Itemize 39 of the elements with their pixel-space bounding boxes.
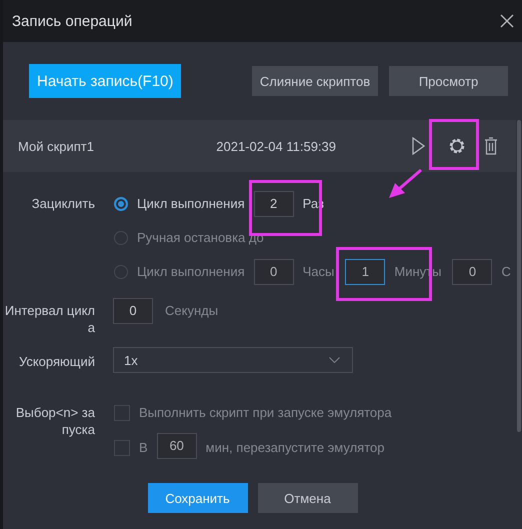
option-label: Выполнить скрипт при запуске эмулятора xyxy=(139,405,392,420)
scrollbar[interactable] xyxy=(517,120,521,432)
script-row[interactable]: Мой скрипт1 2021-02-04 11:59:39 xyxy=(3,120,516,172)
radio-button[interactable] xyxy=(114,264,128,278)
option-label: мин, перезапустите эмулятор xyxy=(206,440,384,455)
checkbox[interactable] xyxy=(114,440,130,456)
window-title: Запись операций xyxy=(12,12,132,30)
speed-dropdown[interactable]: 1x xyxy=(113,347,353,373)
number-field[interactable]: 1 xyxy=(345,258,386,284)
checkbox[interactable] xyxy=(114,404,130,420)
field-label: Ускоряющий xyxy=(18,353,95,371)
play-icon[interactable] xyxy=(412,137,425,155)
annotation-arrow xyxy=(387,168,423,200)
trash-icon[interactable] xyxy=(484,137,498,155)
field-label: Выбор<n> за пуска xyxy=(14,404,95,439)
field-label: Интервал цикла xyxy=(4,302,95,336)
close-icon[interactable] xyxy=(500,14,514,28)
toolbar-button[interactable]: Просмотр xyxy=(389,66,508,96)
option-label: Цикл выполнения xyxy=(137,196,245,211)
unit-label: Секунды xyxy=(165,303,218,318)
settings-icon[interactable] xyxy=(448,137,466,155)
number-field[interactable]: 2 xyxy=(254,190,294,216)
script-date: 2021-02-04 11:59:39 xyxy=(216,138,336,154)
cancel-button[interactable]: Отмена xyxy=(258,483,358,513)
unit-label: Часы xyxy=(302,264,334,279)
highlight-box xyxy=(429,119,479,170)
option-label: В xyxy=(139,440,148,455)
radio-button[interactable] xyxy=(114,196,128,210)
unit-label: С xyxy=(501,264,511,279)
number-field[interactable]: 0 xyxy=(113,298,153,324)
option-label: Цикл выполнения xyxy=(137,264,245,279)
toolbar-button[interactable]: Слияние скриптов xyxy=(252,66,378,96)
radio-button[interactable] xyxy=(114,230,128,244)
script-name: Мой скрипт1 xyxy=(18,138,94,154)
number-field[interactable]: 0 xyxy=(452,258,492,284)
chevron-icon xyxy=(329,357,340,363)
number-field[interactable]: 0 xyxy=(254,258,294,284)
field-label: Зациклить xyxy=(30,195,95,213)
number-field[interactable]: 60 xyxy=(156,432,197,458)
